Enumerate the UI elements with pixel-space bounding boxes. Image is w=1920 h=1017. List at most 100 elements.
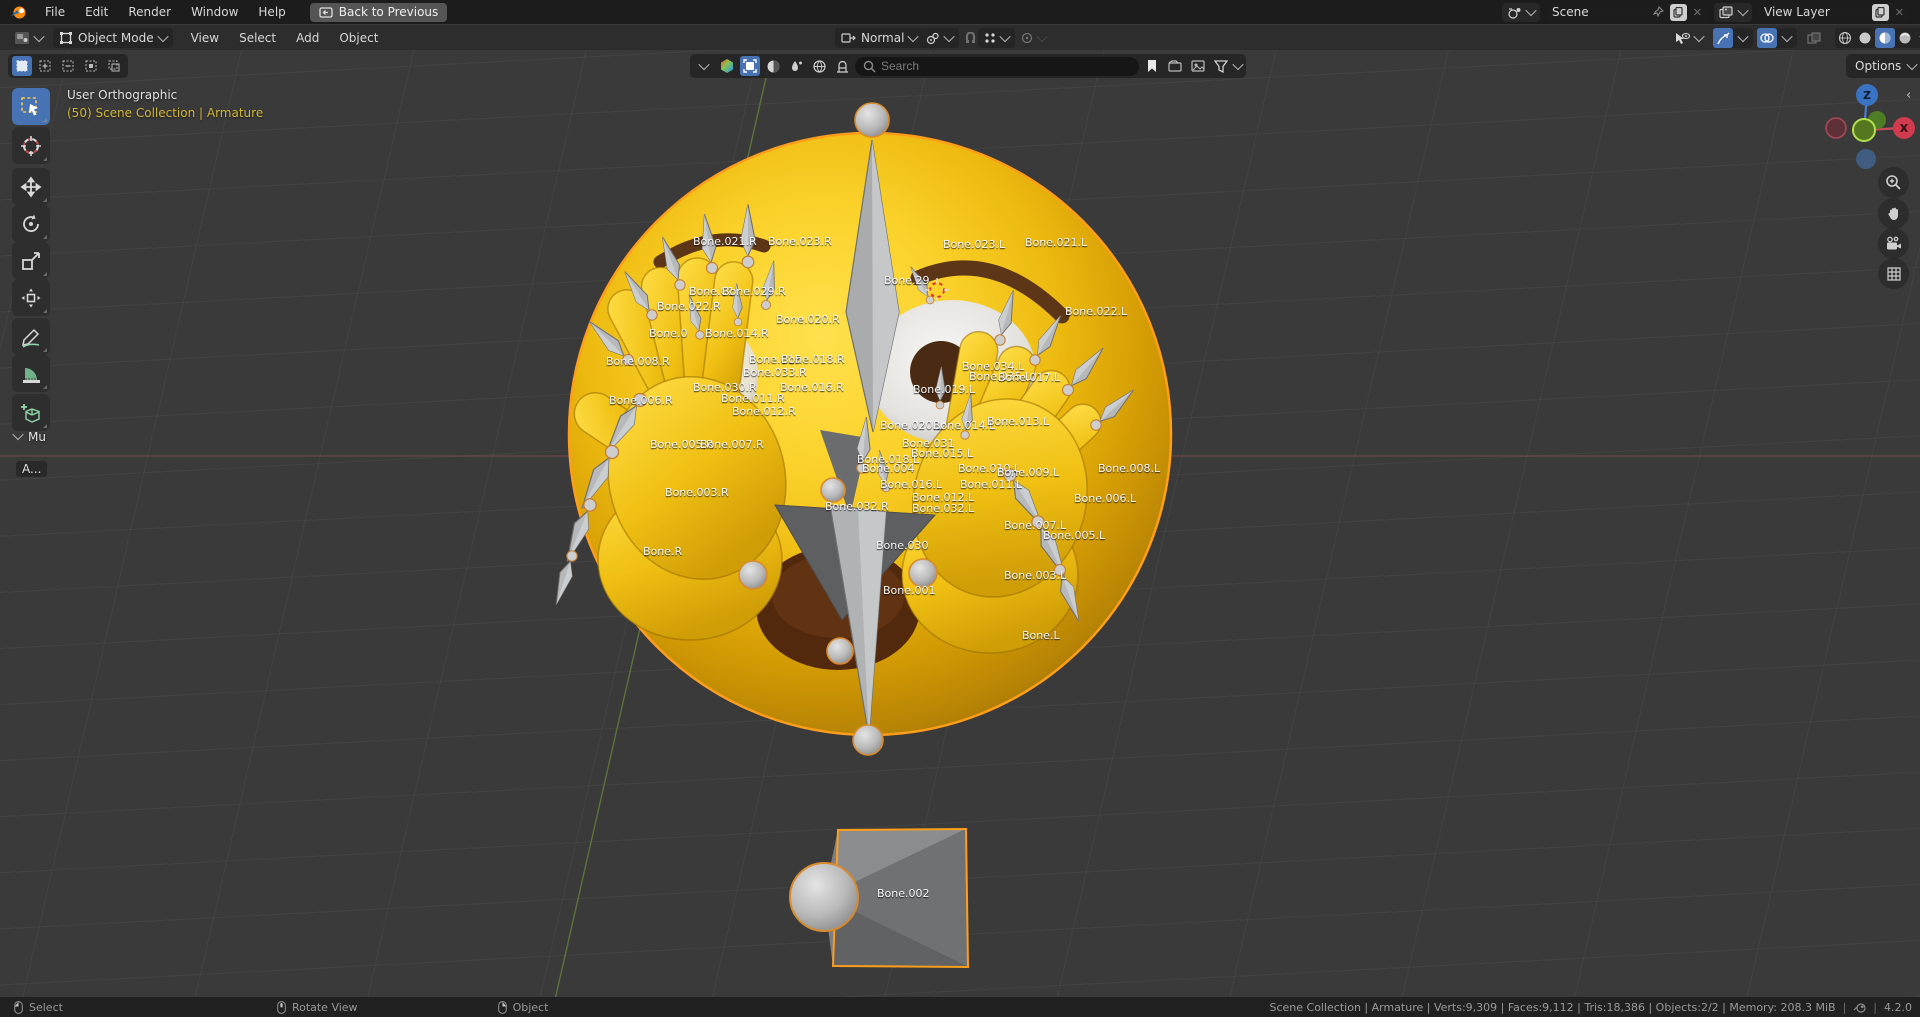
- tool-select-box[interactable]: [12, 88, 50, 125]
- world-icon[interactable]: [809, 56, 829, 76]
- select-mode-new-icon[interactable]: [12, 56, 32, 76]
- back-to-previous-button[interactable]: Back to Previous: [309, 2, 448, 22]
- chevron-down-icon: [1036, 30, 1048, 43]
- snap-settings-dropdown[interactable]: [978, 28, 1015, 48]
- pin-icon[interactable]: [1652, 6, 1664, 18]
- bone-002-object[interactable]: [789, 827, 970, 969]
- collapse-chevron-icon[interactable]: [694, 56, 714, 76]
- editor-type-button[interactable]: [8, 28, 49, 48]
- mode-dropdown[interactable]: Object Mode: [53, 27, 173, 48]
- render-result-icon[interactable]: [1188, 56, 1208, 76]
- mode-label: Object Mode: [78, 30, 154, 45]
- tool-cursor[interactable]: [12, 127, 50, 164]
- search-input[interactable]: [855, 56, 1139, 76]
- select-mode-subtract-icon[interactable]: [58, 56, 78, 76]
- menu-edit[interactable]: Edit: [75, 0, 118, 24]
- new-scene-button[interactable]: [1669, 3, 1687, 21]
- unlink-scene-icon[interactable]: ✕: [1693, 6, 1702, 19]
- keymap-label: Rotate View: [291, 1000, 358, 1014]
- shading-solid-button[interactable]: [1855, 28, 1875, 48]
- matcap-sphere-icon[interactable]: [763, 56, 783, 76]
- tool-annotate[interactable]: [12, 318, 50, 355]
- chevron-down-icon[interactable]: [1232, 58, 1244, 71]
- gizmos-dropdown[interactable]: [1733, 28, 1753, 48]
- tool-transform[interactable]: [12, 279, 50, 316]
- keymap-rotate-view: Rotate View: [277, 1001, 358, 1014]
- menu-object[interactable]: Object: [329, 26, 388, 50]
- new-view-layer-button[interactable]: [1871, 3, 1889, 21]
- orientation-label: Normal: [861, 31, 905, 45]
- collection-icon[interactable]: [1165, 56, 1185, 76]
- options-dropdown[interactable]: Options: [1846, 54, 1920, 78]
- shading-wireframe-button[interactable]: [1835, 28, 1855, 48]
- select-mode-invert-icon[interactable]: [81, 56, 101, 76]
- zoom-view-button[interactable]: [1878, 167, 1909, 198]
- tool-add-cube[interactable]: [12, 394, 50, 431]
- navigation-gizmo[interactable]: Z X: [1810, 80, 1920, 180]
- scene-name-field[interactable]: Scene ✕: [1546, 2, 1708, 22]
- tool-rotate[interactable]: [12, 205, 50, 242]
- chevron-down-icon: [1525, 4, 1537, 17]
- shading-material-button[interactable]: [1875, 28, 1895, 48]
- proportional-editing-toggle[interactable]: [1015, 28, 1052, 48]
- add-cube-icon: [21, 403, 40, 423]
- screen-region-icon[interactable]: [740, 56, 760, 76]
- xray-toggle[interactable]: [1801, 28, 1827, 48]
- menu-select[interactable]: Select: [229, 26, 286, 50]
- mouse-middle-icon: [277, 1000, 286, 1014]
- viewport-header: Object Mode View Select Add Object Norma…: [0, 24, 1920, 50]
- move-icon: [20, 175, 42, 198]
- view-layer-field[interactable]: View Layer ✕: [1758, 2, 1910, 22]
- paint-drop-icon[interactable]: [786, 56, 806, 76]
- tool-scale[interactable]: [12, 242, 50, 279]
- gizmo-minus-x-axis[interactable]: [1825, 117, 1847, 139]
- scene-canvas[interactable]: [0, 50, 1920, 997]
- search-icon: [863, 60, 876, 72]
- remove-view-layer-icon[interactable]: ✕: [1895, 6, 1904, 19]
- tool-move[interactable]: [12, 168, 50, 205]
- tool-measure[interactable]: [12, 355, 50, 392]
- options-label: Options: [1855, 59, 1902, 73]
- object-mode-icon: [60, 31, 72, 44]
- sidebar-collapse-arrow[interactable]: ‹: [1906, 88, 1911, 103]
- panel-mu-header[interactable]: Mu: [12, 428, 46, 444]
- menu-window[interactable]: Window: [181, 0, 248, 24]
- context-label: (50) Scene Collection | Armature: [67, 106, 264, 120]
- pivot-point-dropdown[interactable]: [920, 28, 959, 48]
- camera-view-button[interactable]: [1878, 228, 1909, 259]
- shading-rendered-button[interactable]: [1895, 28, 1915, 48]
- panel-a-tab[interactable]: A...: [16, 461, 48, 477]
- menu-file[interactable]: File: [35, 0, 75, 24]
- menu-add[interactable]: Add: [286, 26, 329, 50]
- transform-orientation-dropdown[interactable]: Normal: [835, 28, 924, 48]
- bookmark-icon[interactable]: [1142, 56, 1162, 76]
- pivot-icon: [926, 32, 939, 44]
- snap-grid-dots-icon: [985, 33, 995, 43]
- filter-funnel-icon[interactable]: [1211, 56, 1231, 76]
- gizmo-minus-y-axis[interactable]: [1852, 118, 1876, 142]
- menu-view[interactable]: View: [181, 26, 229, 50]
- view-layer-browse-button[interactable]: [1714, 2, 1752, 22]
- overlays-toggle[interactable]: [1757, 28, 1777, 48]
- asset-filter-bar: [690, 54, 1246, 78]
- chevron-down-icon: [1737, 4, 1749, 17]
- scene-browse-button[interactable]: [1502, 2, 1540, 22]
- shading-dropdown[interactable]: [1915, 28, 1920, 48]
- gizmos-toggle[interactable]: [1713, 28, 1733, 48]
- pan-view-button[interactable]: [1878, 198, 1909, 229]
- preview-ball-icon[interactable]: [717, 56, 737, 76]
- menu-render[interactable]: Render: [118, 0, 181, 24]
- select-mode-extend-icon[interactable]: [35, 56, 55, 76]
- orthographic-toggle-button[interactable]: [1878, 258, 1909, 289]
- show-gizmo-dropdown[interactable]: [1668, 28, 1709, 48]
- menu-help[interactable]: Help: [248, 0, 295, 24]
- select-mode-intersect-icon[interactable]: [104, 56, 124, 76]
- blender-logo-icon[interactable]: [0, 5, 35, 20]
- gizmo-minus-z-axis[interactable]: [1856, 149, 1876, 169]
- chevron-down-icon: [1906, 58, 1918, 71]
- grid-icon: [1886, 266, 1901, 281]
- version-label: 4.2.0: [1884, 1000, 1912, 1014]
- overlays-dropdown[interactable]: [1777, 28, 1797, 48]
- keymap-object: Object: [497, 1001, 548, 1014]
- clamp-icon[interactable]: [832, 56, 852, 76]
